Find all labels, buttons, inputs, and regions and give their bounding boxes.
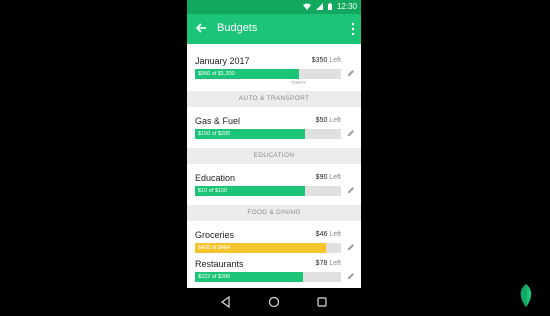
budget-progress-fill: $150 of $200	[195, 129, 305, 139]
nav-back-icon[interactable]	[220, 296, 232, 308]
signal-icon	[315, 3, 323, 10]
today-marker: TODAY	[291, 80, 307, 85]
battery-icon	[327, 3, 332, 10]
budget-item-restaurants[interactable]: Restaurants $78 Left $222 of $300	[187, 250, 361, 288]
budget-item-gas-fuel[interactable]: Gas & Fuel $50 Left $150 of $200	[187, 107, 361, 145]
budget-list: January 2017 $350 Left $950 of $1,300 TO…	[187, 44, 361, 288]
wifi-icon	[302, 3, 311, 10]
budget-progress-label: $222 of $300	[198, 274, 231, 280]
budget-progress-fill: $950 of $1,300	[195, 69, 299, 79]
nav-recents-icon[interactable]	[316, 296, 328, 308]
section-header: AUTO & TRANSPORT	[187, 91, 361, 107]
more-vert-icon[interactable]	[351, 22, 355, 36]
status-time: 12:30	[336, 2, 357, 11]
section-header: FOOD & DINING	[187, 205, 361, 221]
phone-screen: 12:30 Budgets January 2017 $350 Left $95…	[187, 0, 361, 316]
budget-name: January 2017	[195, 56, 250, 66]
page-title: Budgets	[217, 22, 258, 34]
mint-leaf-logo	[520, 284, 532, 307]
budget-progress-bar: $150 of $200	[195, 129, 341, 139]
pencil-icon[interactable]	[347, 69, 355, 77]
budget-name: Gas & Fuel	[195, 116, 241, 126]
budget-name: Groceries	[195, 230, 235, 240]
budget-remaining: $78 Left	[315, 260, 341, 267]
section-header: EDUCATION	[187, 148, 361, 164]
budget-name: Restaurants	[195, 259, 244, 269]
budget-name: Education	[195, 173, 236, 183]
budget-remaining: $90 Left	[315, 174, 341, 181]
app-bar: Budgets	[187, 14, 361, 44]
nav-home-icon[interactable]	[268, 296, 280, 308]
budget-remaining: $50 Left	[315, 117, 341, 124]
budget-item-education[interactable]: Education $90 Left $10 of $100	[187, 164, 361, 202]
system-nav-bar	[187, 288, 361, 316]
budget-remaining: $350 Left	[311, 57, 341, 64]
pencil-icon[interactable]	[347, 129, 355, 137]
budget-progress-label: $950 of $1,300	[198, 71, 235, 77]
budget-progress-label: $150 of $200	[198, 131, 231, 137]
budget-progress-bar: $950 of $1,300	[195, 69, 341, 79]
budget-item-january-2017[interactable]: January 2017 $350 Left $950 of $1,300 TO…	[187, 47, 361, 85]
status-bar: 12:30	[187, 0, 361, 14]
budget-progress-bar: $10 of $100	[195, 186, 341, 196]
budget-progress-bar: $222 of $300	[195, 272, 341, 282]
budget-progress-label: $10 of $100	[198, 188, 228, 194]
pencil-icon[interactable]	[347, 272, 355, 280]
budget-remaining: $46 Left	[315, 231, 341, 238]
budget-progress-fill: $222 of $300	[195, 272, 304, 282]
arrow-back-icon[interactable]	[194, 21, 208, 35]
pencil-icon[interactable]	[347, 186, 355, 194]
budget-progress-fill: $10 of $100	[195, 186, 305, 196]
